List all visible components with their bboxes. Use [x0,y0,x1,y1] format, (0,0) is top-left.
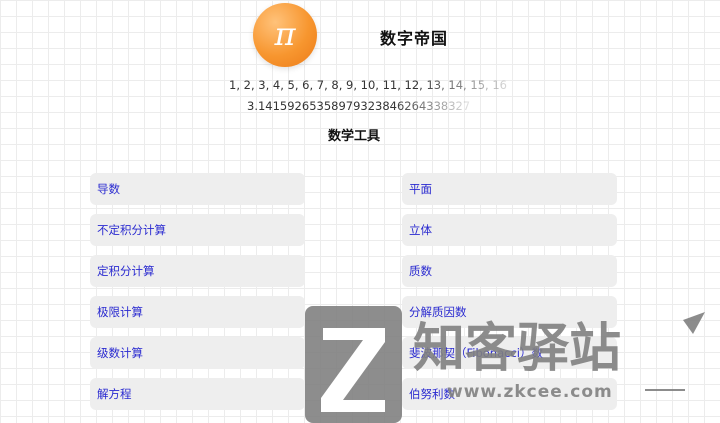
tool-plane[interactable]: 平面 [402,173,617,205]
site-logo[interactable]: π [253,3,317,67]
z-logo-icon [305,306,402,423]
tool-limit[interactable]: 极限计算 [90,296,305,328]
svg-text:π: π [273,15,296,53]
pi-icon: π [273,15,296,53]
tool-definite-integral[interactable]: 定积分计算 [90,255,305,287]
tool-bernoulli[interactable]: 伯努利数 [402,378,617,410]
tool-prime[interactable]: 质数 [402,255,617,287]
tool-prime-factorization[interactable]: 分解质因数 [402,296,617,328]
tool-indefinite-integral[interactable]: 不定积分计算 [90,214,305,246]
tools-right-column: 平面 立体 质数 分解质因数 斐波那契（Fibonacci）数 伯努利数 [402,173,617,419]
tool-derivative[interactable]: 导数 [90,173,305,205]
pointer-icon [683,312,705,334]
tool-solve-equation[interactable]: 解方程 [90,378,305,410]
site-title: 数字帝国 [380,29,449,48]
tools-section-title: 数学工具 [327,129,380,144]
tool-fibonacci[interactable]: 斐波那契（Fibonacci）数 [402,337,617,369]
tool-solid[interactable]: 立体 [402,214,617,246]
tools-left-column: 导数 不定积分计算 定积分计算 极限计算 级数计算 解方程 [90,173,305,419]
natural-number-sequence: 1, 2, 3, 4, 5, 6, 7, 8, 9, 10, 11, 12, 1… [229,78,507,92]
pi-digits: 3.14159265358979323846264338327 [247,99,471,113]
tool-series[interactable]: 级数计算 [90,337,305,369]
